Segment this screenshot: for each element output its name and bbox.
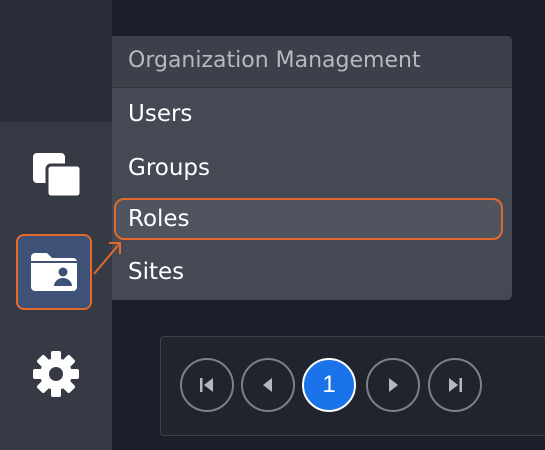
last-page-button[interactable] [428, 358, 482, 412]
menu-item-groups[interactable]: Groups [112, 146, 512, 192]
app-page: Organization Management Users Groups Rol… [0, 0, 545, 450]
sidebar-top-area [0, 0, 112, 122]
menu-item-users[interactable]: Users [112, 92, 512, 138]
menu-item-label: Users [128, 101, 193, 127]
copy-icon[interactable] [28, 148, 86, 202]
menu-item-label: Sites [128, 259, 185, 285]
previous-page-button[interactable] [241, 358, 295, 412]
menu-item-label: Roles [128, 206, 190, 232]
folder-user-icon [31, 253, 77, 291]
next-page-icon [389, 378, 398, 392]
organization-management-button[interactable] [16, 234, 92, 310]
menu-header-label: Organization Management [128, 48, 421, 73]
page-button-current[interactable]: 1 [302, 358, 356, 412]
menu-item-sites[interactable]: Sites [112, 250, 512, 296]
gear-icon[interactable] [28, 346, 84, 402]
menu-item-roles[interactable]: Roles [114, 198, 503, 240]
menu-header: Organization Management [112, 36, 512, 88]
first-page-button[interactable] [180, 358, 234, 412]
last-page-icon [449, 378, 462, 392]
menu-item-label: Groups [128, 155, 211, 181]
next-page-button[interactable] [366, 358, 420, 412]
current-page-number: 1 [322, 371, 336, 398]
first-page-icon [200, 378, 213, 392]
previous-page-icon [263, 378, 272, 392]
organization-management-menu: Organization Management Users Groups Rol… [112, 36, 512, 300]
